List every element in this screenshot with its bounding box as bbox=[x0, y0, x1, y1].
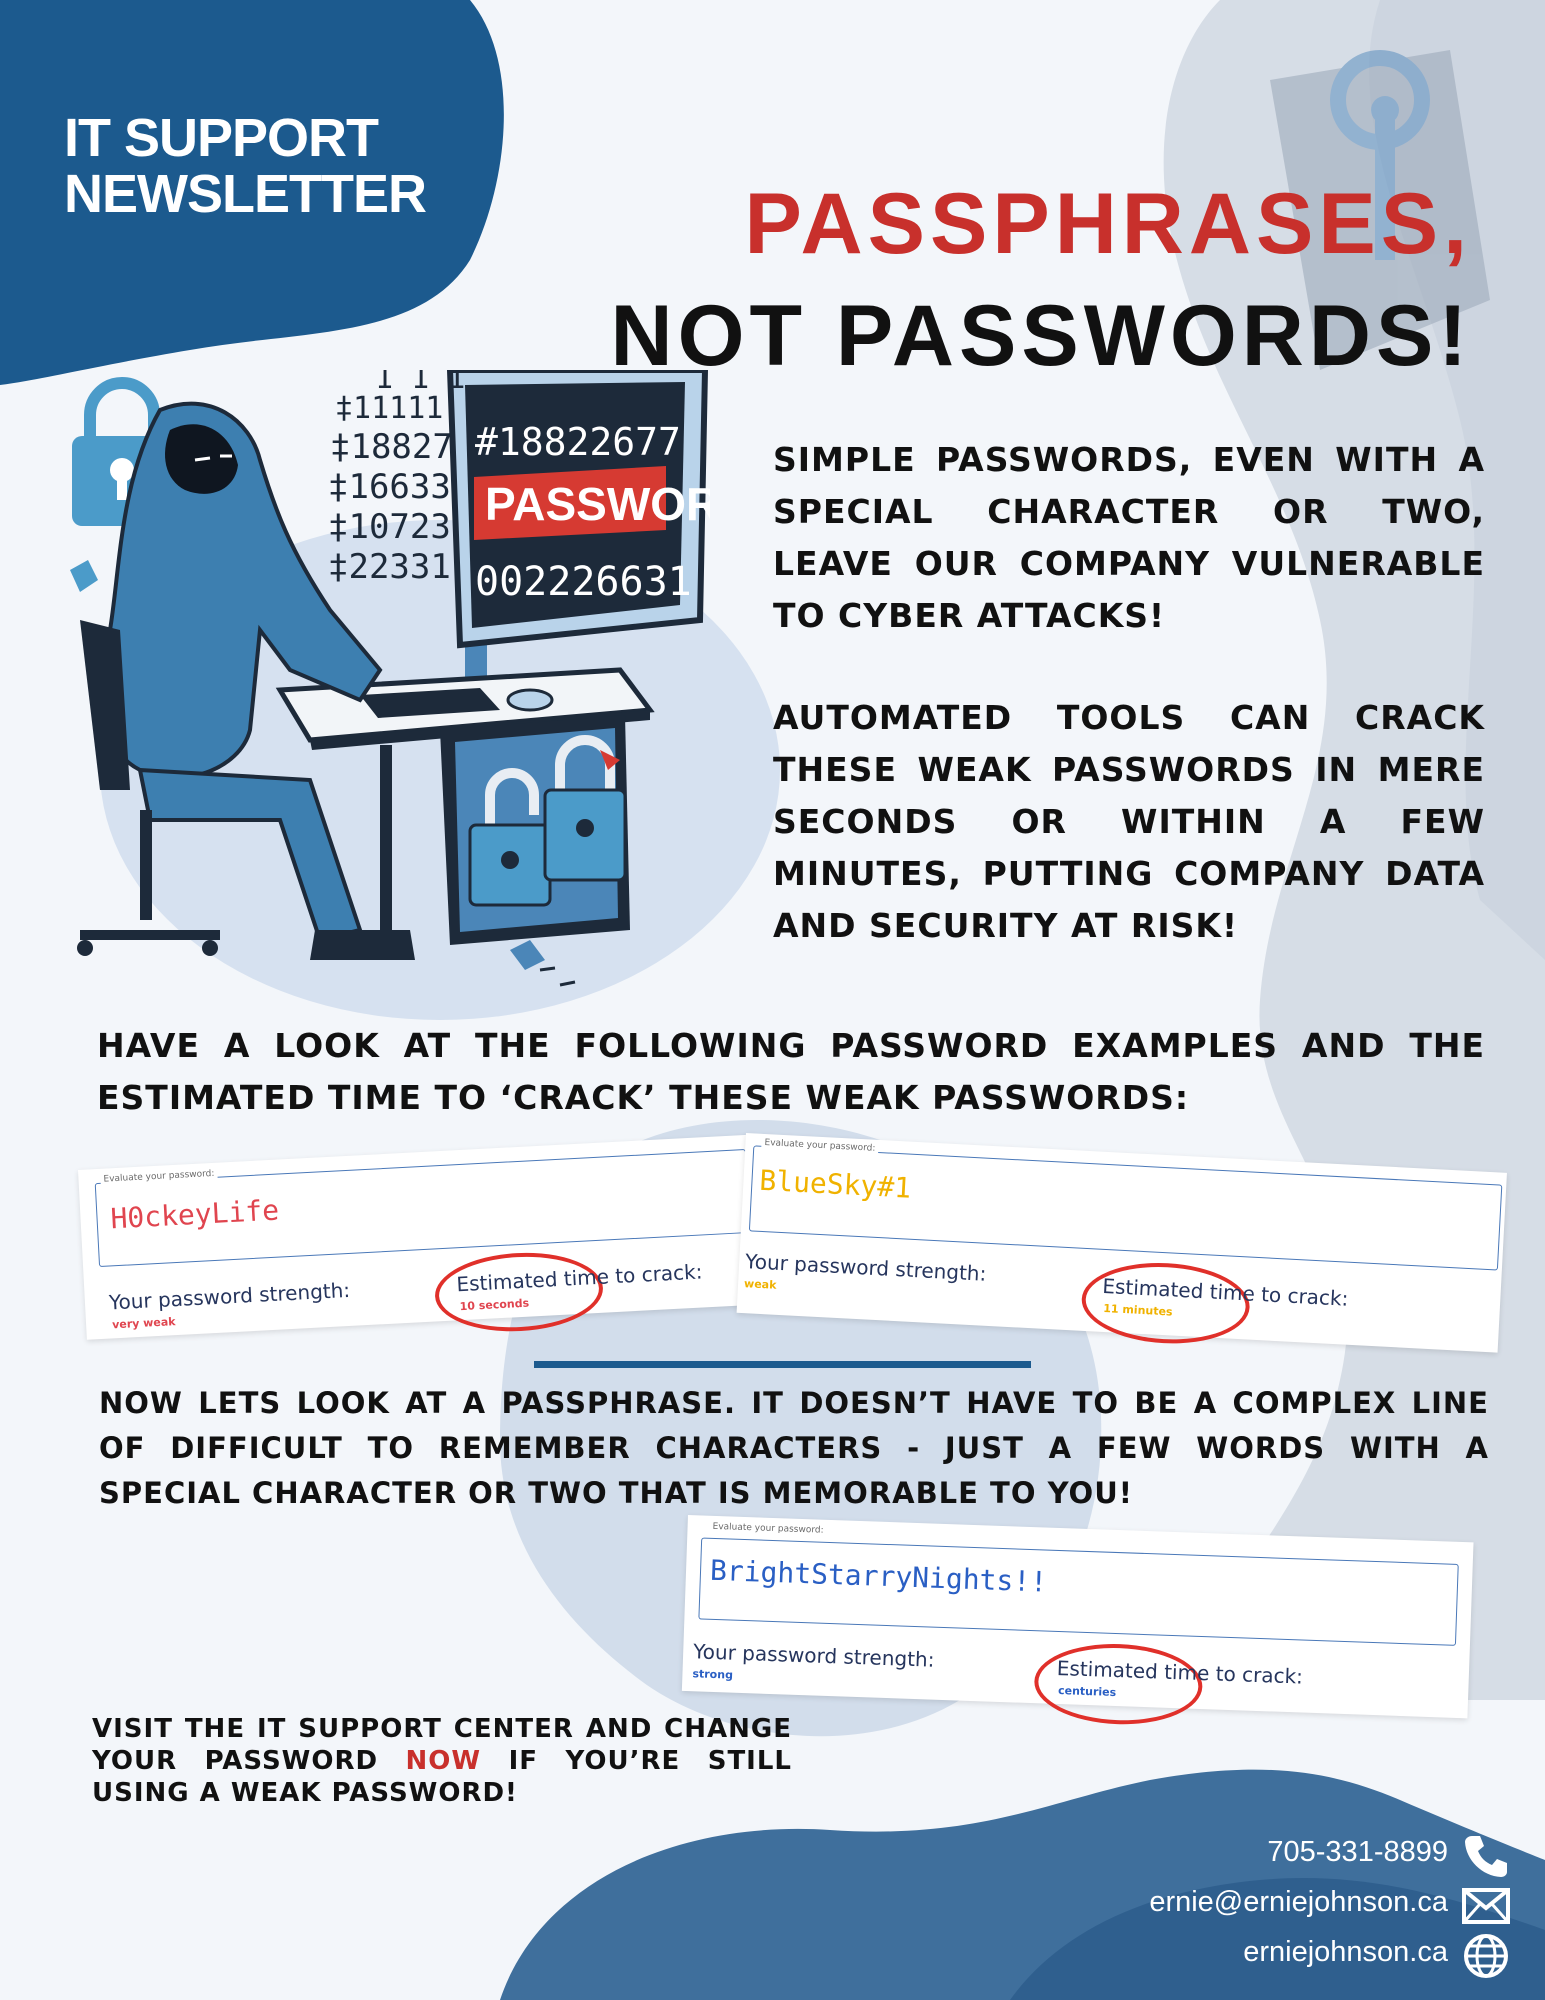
strength-value: very weak bbox=[111, 1315, 176, 1332]
strength-value: weak bbox=[743, 1277, 777, 1292]
password-card-hockeylife: Evaluate your password: H0ckeyLife Your … bbox=[78, 1134, 756, 1340]
headline-line-1: PASSPHRASES, bbox=[744, 176, 1472, 272]
hacker-illustration: #18822677 PASSWORD 002226631 1 1 1 ‡1111… bbox=[70, 370, 710, 987]
strength-label: Your password strength: bbox=[744, 1249, 987, 1286]
svg-text:‡10723: ‡10723 bbox=[328, 507, 451, 547]
strength-label: Your password strength: bbox=[692, 1639, 935, 1672]
newsletter-title: IT SUPPORT NEWSLETTER bbox=[64, 110, 464, 222]
email-icon bbox=[1462, 1888, 1510, 1924]
intro-paragraph: SIMPLE PASSWORDS, EVEN WITH A SPECIAL CH… bbox=[773, 440, 1485, 635]
svg-text:‡22331: ‡22331 bbox=[328, 547, 451, 587]
section-divider bbox=[534, 1361, 1031, 1368]
passphrase-paragraph: NOW LETS LOOK AT A PASSPHRASE. IT DOESN’… bbox=[99, 1386, 1489, 1510]
now-emphasis: NOW bbox=[405, 1746, 482, 1776]
strength-value: strong bbox=[692, 1667, 734, 1682]
screen-line-3: 002226631 bbox=[475, 559, 692, 605]
password-card-brightstarrynights: Evaluate your password: BrightStarryNigh… bbox=[681, 1515, 1474, 1728]
monitor: #18822677 PASSWORD 002226631 bbox=[440, 370, 710, 715]
screen-line-1: #18822677 bbox=[475, 420, 681, 464]
examples-intro-paragraph: HAVE A LOOK AT THE FOLLOWING PASSWORD EX… bbox=[97, 1026, 1485, 1117]
newsletter-line-2: NEWSLETTER bbox=[64, 164, 427, 224]
contact-email[interactable]: ernie@erniejohnson.ca bbox=[1149, 1886, 1448, 1919]
svg-text:‡16633: ‡16633 bbox=[328, 467, 451, 507]
password-field[interactable] bbox=[698, 1537, 1459, 1646]
newsletter-line-1: IT SUPPORT bbox=[64, 108, 379, 168]
svg-text:‡11111: ‡11111 bbox=[335, 391, 443, 426]
evaluate-label: Evaluate your password: bbox=[709, 1521, 827, 1536]
screen-label: PASSWORD bbox=[485, 478, 710, 530]
strength-label: Your password strength: bbox=[108, 1277, 351, 1315]
contact-website[interactable]: erniejohnson.ca bbox=[1243, 1936, 1448, 1969]
contact-phone[interactable]: 705-331-8899 bbox=[1267, 1836, 1448, 1869]
headline-line-2: NOT PASSWORDS! bbox=[610, 288, 1472, 384]
call-to-action: VISIT THE IT SUPPORT CENTER AND CHANGE Y… bbox=[92, 1714, 792, 1808]
globe-icon bbox=[1464, 1934, 1508, 1978]
headline: PASSPHRASES, NOT PASSWORDS! bbox=[610, 168, 1472, 392]
phone-icon bbox=[1465, 1836, 1507, 1877]
automated-tools-paragraph: AUTOMATED TOOLS CAN CRACK THESE WEAK PAS… bbox=[773, 698, 1485, 945]
estimate-value: centuries bbox=[1057, 1684, 1117, 1700]
svg-text:‡18827: ‡18827 bbox=[330, 427, 453, 467]
floating-code: 1 1 1 ‡11111 ‡18827 ‡16633 ‡10723 ‡22331 bbox=[328, 370, 465, 587]
